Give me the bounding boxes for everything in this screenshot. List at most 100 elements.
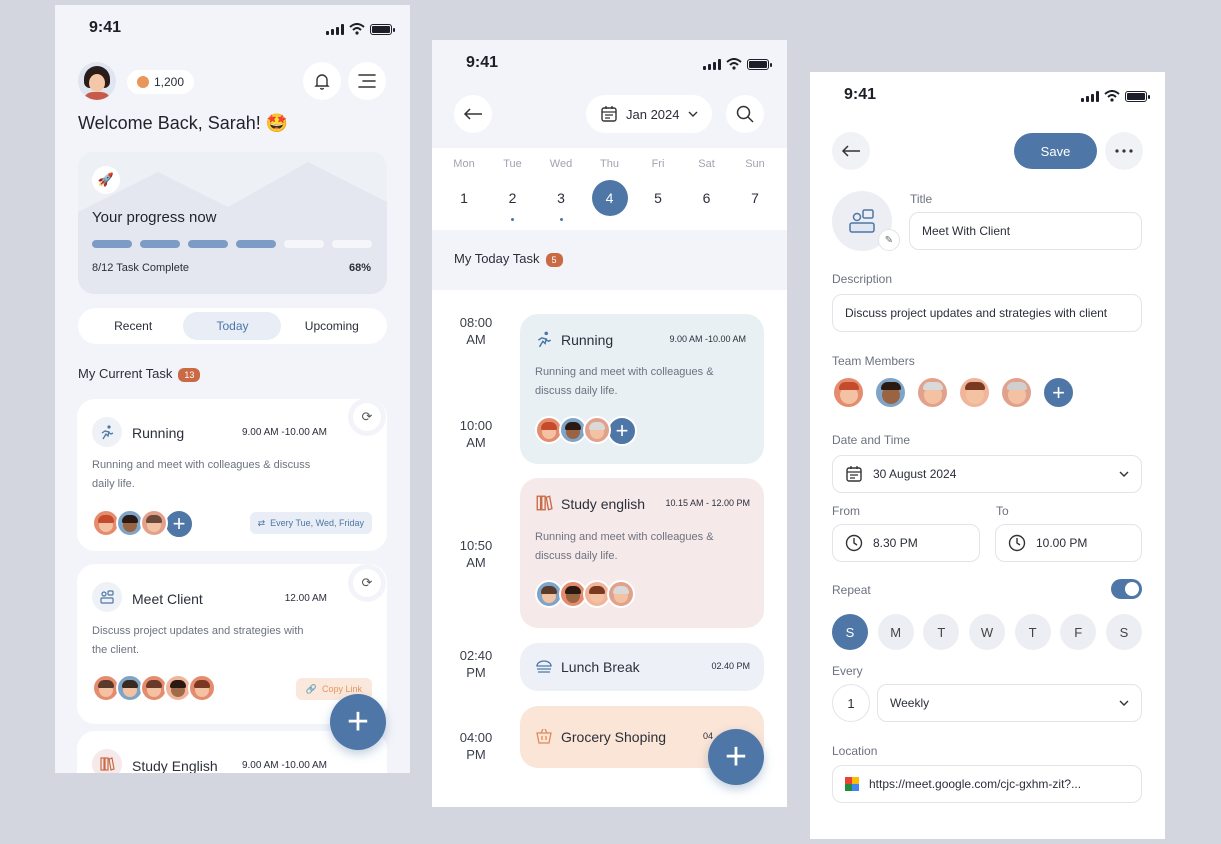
weekday-option[interactable]: T [923,614,960,650]
day-of-week-label: Thu [600,158,619,170]
day-fri[interactable]: Fri 5 [638,158,678,221]
books-icon [92,749,122,773]
progress-title: Your progress now [92,209,217,226]
member-avatar[interactable] [916,376,949,409]
arrow-left-icon [841,145,860,157]
repeat-toggle[interactable] [1111,579,1142,599]
day-sun[interactable]: Sun 7 [735,158,775,221]
add-member-button[interactable]: + [1042,376,1075,409]
progress-summary: 8/12 Task Complete [92,262,190,274]
back-button[interactable] [832,132,870,170]
add-event-fab[interactable]: + [708,729,764,785]
running-icon [537,331,552,348]
every-count-field[interactable]: 1 [832,684,870,722]
day-tue[interactable]: Tue 2 [493,158,533,221]
task-card-running[interactable]: Running 9.00 AM -10.00 AM Running and me… [77,399,387,551]
description-field[interactable]: Discuss project updates and strategies w… [832,294,1142,332]
task-members [92,674,216,702]
add-member-button[interactable]: + [164,509,194,539]
task-time: 12.00 AM [284,593,327,604]
day-of-week-label: Wed [549,158,573,170]
every-unit-value: Weekly [890,696,930,710]
title-field[interactable]: Meet With Client [909,212,1142,250]
menu-icon [358,74,376,88]
task-time: 9.00 AM -10.00 AM [241,760,327,771]
date-picker[interactable]: 30 August 2024 [832,455,1142,493]
day-of-week-label: Mon [453,158,475,170]
day-sat[interactable]: Sat 6 [687,158,727,221]
menu-button[interactable] [348,62,386,100]
repeat-tag-label: Every Tue, Wed, Friday [270,518,364,528]
day-wed[interactable]: Wed 3 [541,158,581,221]
search-icon [736,105,754,123]
task-tabs: Recent Today Upcoming [78,308,387,344]
tab-today[interactable]: Today [183,312,282,340]
month-selector[interactable]: Jan 2024 [586,95,712,133]
status-time: 9:41 [466,54,499,71]
task-action-button[interactable]: ⟳ [348,398,386,436]
weekday-option[interactable]: T [1014,614,1051,650]
bell-icon [314,74,330,90]
save-button[interactable]: Save [1014,133,1097,169]
time-slot-period: PM [466,665,486,680]
today-task-heading: My Today Task 5 [454,251,563,267]
signal-icon [703,58,721,70]
weekday-option[interactable]: F [1060,614,1097,650]
day-mon[interactable]: Mon 1 [444,158,484,221]
location-field[interactable]: https://meet.google.com/cjc-gxhm-zit?... [832,765,1142,803]
home-screen: 9:41 1,200 Welcome Back, Sarah! 🤩 🚀 Your… [55,5,410,773]
from-label: From [832,504,860,518]
signal-icon [1081,90,1099,102]
title-label: Title [910,192,933,206]
member-avatar[interactable] [958,376,991,409]
to-time-picker[interactable]: 10.00 PM [995,524,1142,562]
arrow-left-icon [463,108,482,120]
tab-recent[interactable]: Recent [85,312,181,340]
current-task-heading: My Current Task 13 [78,366,201,382]
time-slot-label: 04:00 PM [454,729,498,763]
task-name: Meet Client [132,591,203,607]
search-button[interactable] [726,95,764,133]
task-members: + [92,509,194,539]
time-slot-time: 10:50 [459,538,493,553]
event-card-running[interactable]: Running 9.00 AM -10.00 AM Running and me… [520,314,764,464]
tab-upcoming[interactable]: Upcoming [284,312,380,340]
member-avatar[interactable] [832,376,865,409]
time-slot-time: 10:00 [459,418,493,433]
meeting-icon [849,209,875,233]
member-avatar [140,509,168,537]
location-label: Location [832,744,878,758]
back-button[interactable] [454,95,492,133]
more-button[interactable] [1105,132,1143,170]
link-icon: 🔗 [305,683,317,694]
event-card-study-english[interactable]: Study english 10.15 AM - 12.00 PM Runnin… [520,478,764,628]
add-member-button[interactable]: + [607,416,637,446]
profile-avatar[interactable] [78,62,116,100]
time-slot-period: AM [466,435,486,450]
wifi-icon [1104,90,1120,102]
from-time-picker[interactable]: 8.30 PM [832,524,980,562]
every-unit-select[interactable]: Weekly [877,684,1142,722]
day-thu[interactable]: Thu 4 [590,158,630,221]
clock-icon [845,534,863,552]
weekday-option[interactable]: M [877,614,914,650]
event-card-lunch-break[interactable]: Lunch Break 02.40 PM [520,643,764,691]
calendar-icon [846,466,862,482]
member-avatar[interactable] [1000,376,1033,409]
status-icons [1081,90,1150,102]
sync-icon: ⟳ [353,569,381,597]
weekday-option[interactable]: W [968,614,1005,650]
chevron-down-icon [688,111,697,117]
add-task-fab[interactable]: + [330,694,386,750]
weekday-option[interactable]: S [832,614,868,650]
member-avatar[interactable] [874,376,907,409]
day-number: 4 [591,180,628,216]
task-action-button[interactable]: ⟳ [348,564,386,602]
edit-pencil-icon[interactable]: ✎ [878,229,900,251]
day-number: 6 [702,190,711,206]
task-desc-line-1: Running and meet with colleagues & discu… [92,459,311,471]
weekday-option[interactable]: S [1105,614,1142,650]
task-desc-line-2: the client. [92,644,140,656]
notification-button[interactable] [303,62,341,100]
day-of-week-label: Sat [698,158,715,170]
